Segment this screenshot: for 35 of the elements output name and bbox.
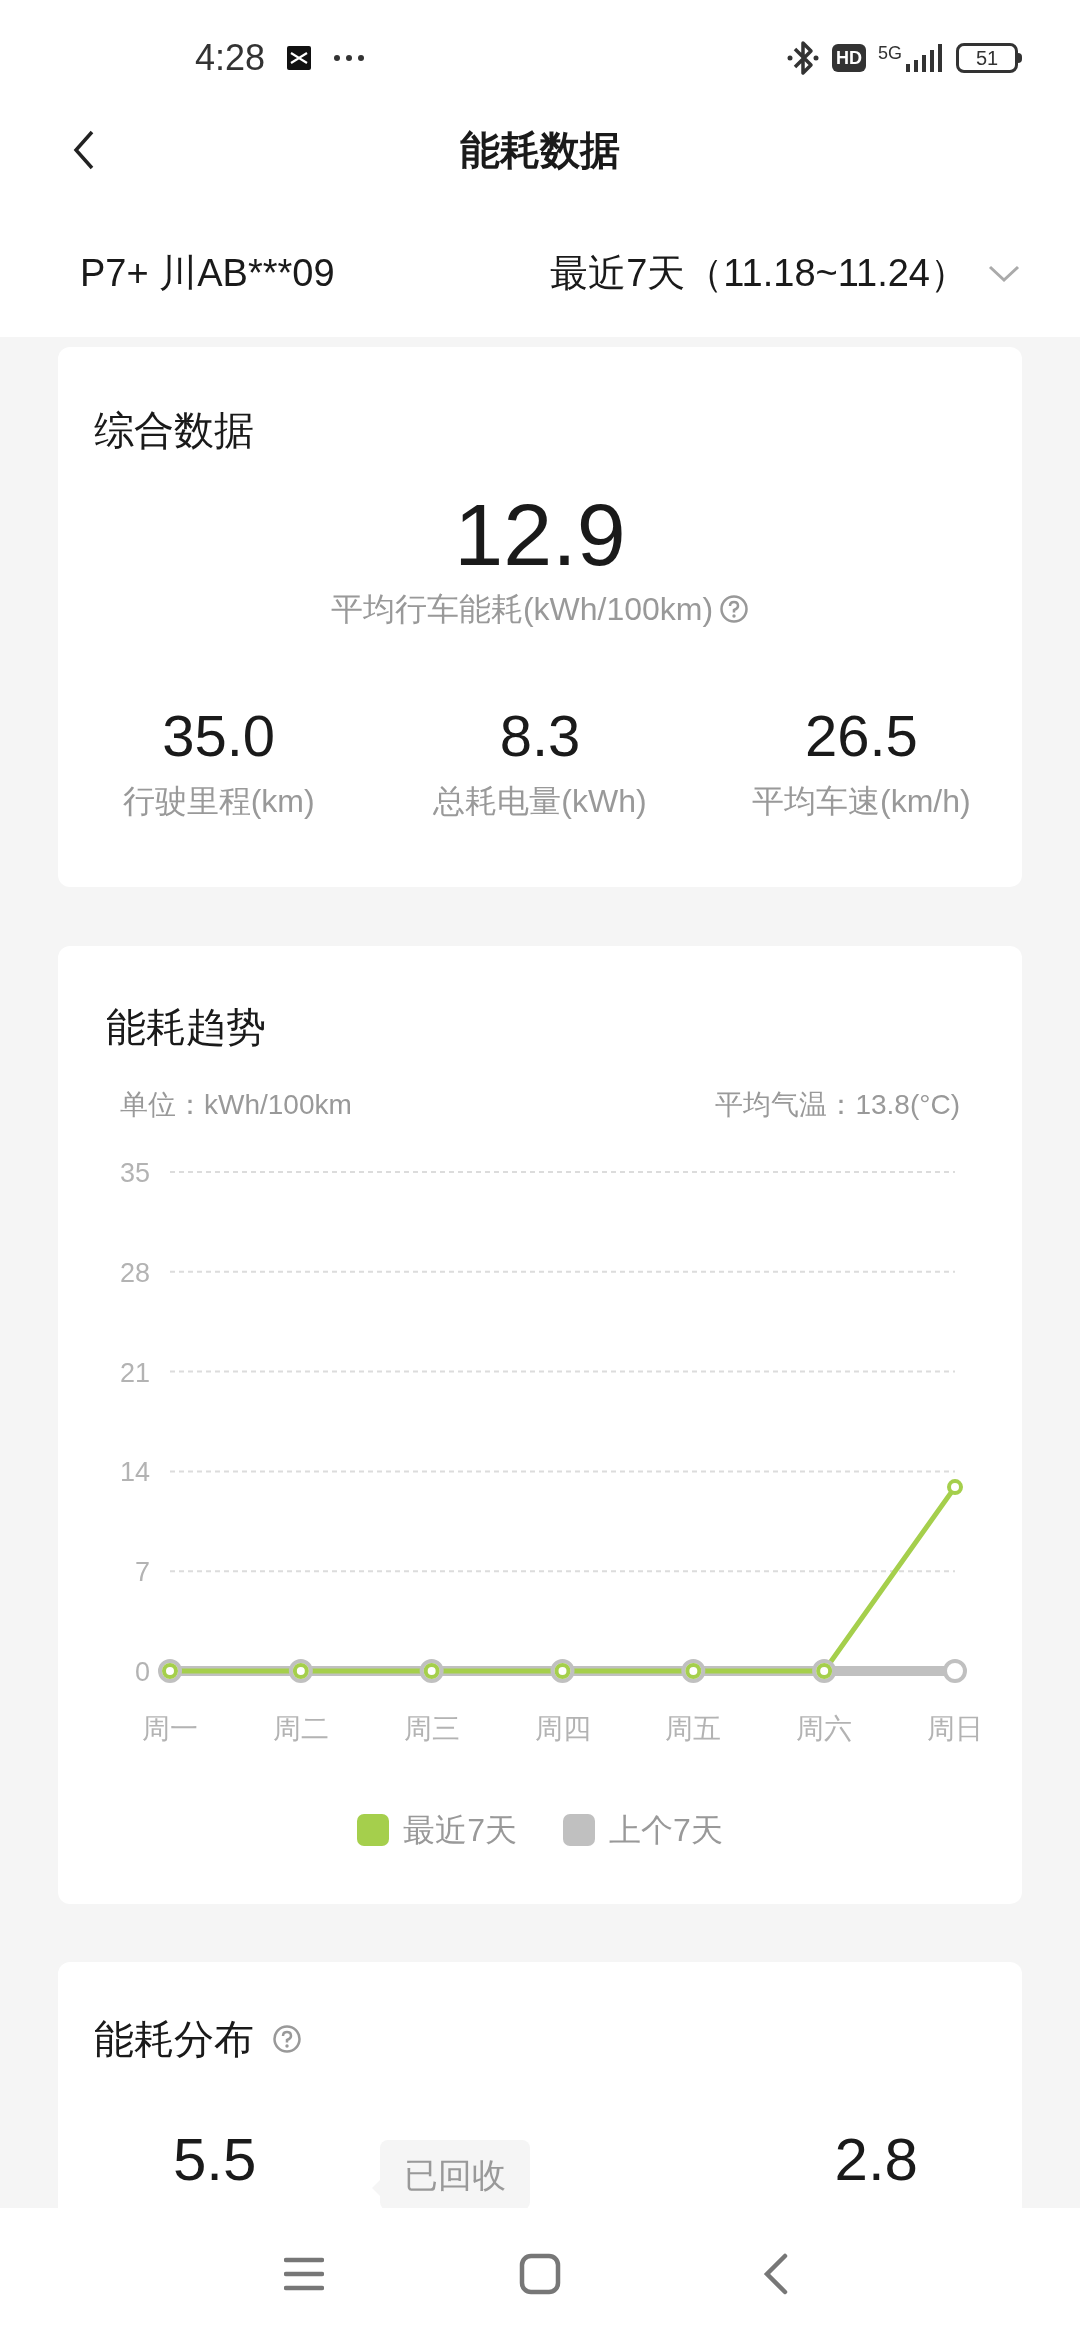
stat-label: 总耗电量(kWh) (433, 782, 647, 821)
distribution-value: 5.5 (173, 2125, 257, 2195)
y-tick-label: 14 (119, 1457, 150, 1488)
y-tick-label: 0 (134, 1657, 150, 1687)
legend-label: 最近7天 (403, 1811, 517, 1850)
page-title: 能耗数据 (460, 127, 620, 174)
stat-value: 35.0 (162, 702, 276, 770)
stat-value: 8.3 (499, 702, 581, 770)
x-tick-label: 周三 (403, 1713, 460, 1744)
legend-label: 上个7天 (609, 1811, 723, 1850)
stat-label: 行驶里程(km) (122, 782, 315, 821)
temperature-label: 平均气温：13.8(°C) (715, 1088, 960, 1122)
x-tick-label: 周日 (927, 1713, 983, 1744)
unit-label: 单位：kWh/100km (120, 1088, 352, 1122)
card-title: 能耗分布 (94, 2016, 254, 2063)
x-tick-label: 周四 (534, 1713, 591, 1744)
x-tick-label: 周一 (142, 1713, 198, 1744)
card-title: 综合数据 (94, 407, 255, 454)
network-label: 5G (878, 44, 902, 62)
stat-label: 平均车速(km/h) (752, 782, 971, 821)
distribution-value: 2.8 (834, 2125, 918, 2195)
average-consumption-label: 平均行车能耗(kWh/100km) (330, 590, 714, 629)
average-consumption-value: 12.9 (454, 485, 626, 585)
x-tick-label: 周五 (665, 1713, 722, 1744)
y-tick-label: 35 (119, 1158, 150, 1188)
card-title: 能耗趋势 (106, 1004, 267, 1051)
tooltip: 已回收 (372, 2140, 530, 2208)
hd-badge: HD (832, 44, 866, 72)
y-tick-label: 28 (119, 1257, 150, 1288)
x-tick-label: 周二 (272, 1713, 329, 1744)
y-tick-label: 7 (134, 1557, 150, 1588)
y-tick-label: 21 (119, 1357, 150, 1388)
status-time: 4:28 (195, 36, 266, 80)
stat-value: 26.5 (804, 702, 918, 770)
x-tick-label: 周六 (796, 1713, 853, 1744)
